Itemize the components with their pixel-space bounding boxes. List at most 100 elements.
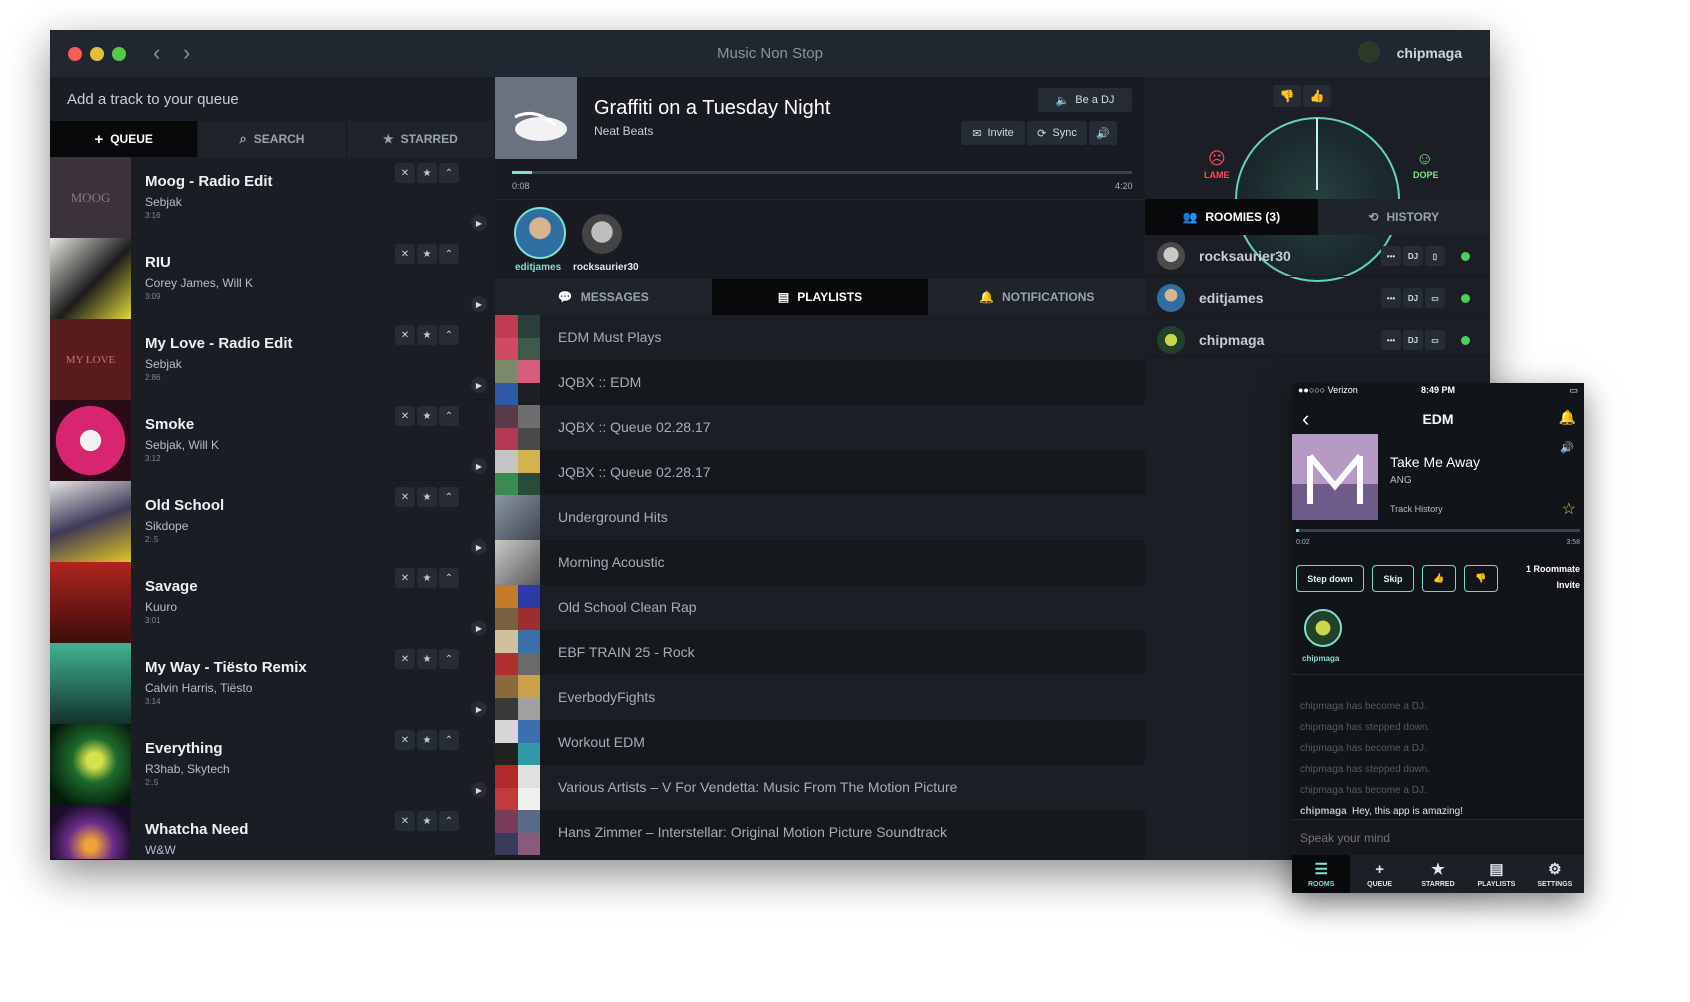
remove-track-icon[interactable]: ✕ [395,244,415,264]
play-icon[interactable]: ▶ [471,539,487,555]
user-avatar[interactable] [1358,41,1380,63]
queue-track[interactable]: Old School Sikdope 2:.5 ✕ ★ ⌃ ▶ [50,481,495,562]
playlist-row[interactable]: Various Artists – V For Vendetta: Music … [495,765,1145,810]
mobile-invite-link[interactable]: Invite [1556,580,1580,590]
tab-playlists[interactable]: ▤ PLAYLISTS [711,279,929,315]
current-user[interactable]: chipmaga [1397,45,1462,61]
more-icon[interactable]: ••• [1381,288,1401,308]
remove-track-icon[interactable]: ✕ [395,649,415,669]
dj-badge[interactable]: DJ [1403,330,1423,350]
queue-track[interactable]: RIU Corey James, Will K 3:09 ✕ ★ ⌃ ▶ [50,238,495,319]
dj-avatar[interactable] [582,214,622,254]
move-up-icon[interactable]: ⌃ [439,568,459,588]
volume-button[interactable]: 🔊 [1089,121,1117,145]
bell-icon[interactable]: 🔔 [1559,409,1576,426]
tab-notifications[interactable]: 🔔 NOTIFICATIONS [928,279,1145,315]
playlist-row[interactable]: Workout EDM [495,720,1145,765]
remove-track-icon[interactable]: ✕ [395,811,415,831]
mobile-tab-queue[interactable]: + QUEUE [1350,855,1408,893]
playlist-row[interactable]: Morning Acoustic [495,540,1145,585]
tab-queue[interactable]: + QUEUE [50,121,199,157]
invite-button[interactable]: ✉ Invite [961,121,1025,145]
mobile-dj-avatar[interactable] [1304,609,1342,647]
tab-roomies[interactable]: 👥 ROOMIES (3) [1145,199,1318,235]
remove-track-icon[interactable]: ✕ [395,325,415,345]
play-icon[interactable]: ▶ [471,782,487,798]
playlist-row[interactable]: Underground Hits [495,495,1145,540]
roomie-row[interactable]: editjames ••• DJ ▭ [1145,277,1490,319]
play-icon[interactable]: ▶ [471,701,487,717]
star-track-icon[interactable]: ★ [417,325,437,345]
playlist-row[interactable]: JQBX :: EDM [495,360,1145,405]
queue-track[interactable]: My Way - Tiësto Remix Calvin Harris, Tië… [50,643,495,724]
tab-history[interactable]: ⟲ HISTORY [1318,199,1491,235]
tab-search[interactable]: ⌕ SEARCH [198,121,347,157]
star-track-icon[interactable]: ★ [417,811,437,831]
track-history-link[interactable]: Track History [1390,504,1443,514]
volume-icon[interactable]: 🔊 [1560,441,1574,454]
move-up-icon[interactable]: ⌃ [439,325,459,345]
more-icon[interactable]: ••• [1381,246,1401,266]
queue-track[interactable]: Everything R3hab, Skytech 2:.5 ✕ ★ ⌃ ▶ [50,724,495,805]
move-up-icon[interactable]: ⌃ [439,487,459,507]
remove-track-icon[interactable]: ✕ [395,406,415,426]
thumbs-up-button[interactable]: 👍 [1303,85,1331,107]
mobile-progress[interactable] [1296,529,1580,532]
mobile-tab-playlists[interactable]: ▤ PLAYLISTS [1467,855,1525,893]
play-icon[interactable]: ▶ [471,620,487,636]
playlist-row[interactable]: EDM Must Plays [495,315,1145,360]
star-icon[interactable]: ☆ [1562,499,1576,519]
thumbs-down-button[interactable]: 👎 [1273,85,1301,107]
sync-button[interactable]: ⟳ Sync [1027,121,1087,145]
move-up-icon[interactable]: ⌃ [439,649,459,669]
roomie-row[interactable]: chipmaga ••• DJ ▭ [1145,319,1490,357]
skip-button[interactable]: Skip [1372,565,1414,592]
playlist-row[interactable]: EverbodyFights [495,675,1145,720]
step-down-button[interactable]: Step down [1296,565,1364,592]
move-up-icon[interactable]: ⌃ [439,811,459,831]
more-icon[interactable]: ••• [1381,330,1401,350]
star-track-icon[interactable]: ★ [417,244,437,264]
play-icon[interactable]: ▶ [471,377,487,393]
roomie-row[interactable]: rocksaurier30 ••• DJ ▯ [1145,235,1490,277]
star-track-icon[interactable]: ★ [417,487,437,507]
tab-messages[interactable]: 💬 MESSAGES [495,279,712,315]
mobile-tab-rooms[interactable]: ☰ ROOMS [1292,855,1351,893]
mobile-tab-starred[interactable]: ★ STARRED [1409,855,1467,893]
thumbs-down-button[interactable]: 👎 [1464,565,1498,592]
move-up-icon[interactable]: ⌃ [439,163,459,183]
thumbs-up-button[interactable]: 👍 [1422,565,1456,592]
tab-starred[interactable]: ★ STARRED [347,121,495,157]
star-track-icon[interactable]: ★ [417,730,437,750]
star-track-icon[interactable]: ★ [417,406,437,426]
dj-badge[interactable]: DJ [1403,246,1423,266]
playlist-row[interactable]: JQBX :: Queue 02.28.17 [495,450,1145,495]
queue-track[interactable]: MOOG Moog - Radio Edit Sebjak 3:16 ✕ ★ ⌃… [50,157,495,238]
be-dj-button[interactable]: 🔈 Be a DJ [1038,88,1132,112]
queue-track[interactable]: Savage Kuuro 3:01 ✕ ★ ⌃ ▶ [50,562,495,643]
move-up-icon[interactable]: ⌃ [439,406,459,426]
playlist-row[interactable]: Hans Zimmer – Interstellar: Original Mot… [495,810,1145,860]
remove-track-icon[interactable]: ✕ [395,730,415,750]
star-track-icon[interactable]: ★ [417,568,437,588]
playlist-row[interactable]: Old School Clean Rap [495,585,1145,630]
play-icon[interactable]: ▶ [471,296,487,312]
dj-avatar[interactable] [514,207,566,259]
move-up-icon[interactable]: ⌃ [439,730,459,750]
playlist-row[interactable]: EBF TRAIN 25 - Rock [495,630,1145,675]
move-up-icon[interactable]: ⌃ [439,244,459,264]
star-track-icon[interactable]: ★ [417,163,437,183]
play-icon[interactable]: ▶ [471,458,487,474]
queue-track[interactable]: MY LOVE My Love - Radio Edit Sebjak 2:86… [50,319,495,400]
remove-track-icon[interactable]: ✕ [395,568,415,588]
star-track-icon[interactable]: ★ [417,649,437,669]
play-icon[interactable]: ▶ [471,215,487,231]
queue-track[interactable]: Smoke Sebjak, Will K 3:12 ✕ ★ ⌃ ▶ [50,400,495,481]
chat-input[interactable] [1292,819,1584,855]
mobile-tab-settings[interactable]: ⚙ SETTINGS [1526,855,1584,893]
remove-track-icon[interactable]: ✕ [395,163,415,183]
playlist-row[interactable]: JQBX :: Queue 02.28.17 [495,405,1145,450]
playback-progress[interactable] [512,171,1132,174]
queue-track[interactable]: Whatcha Need W&W ✕ ★ ⌃ [50,805,495,860]
remove-track-icon[interactable]: ✕ [395,487,415,507]
